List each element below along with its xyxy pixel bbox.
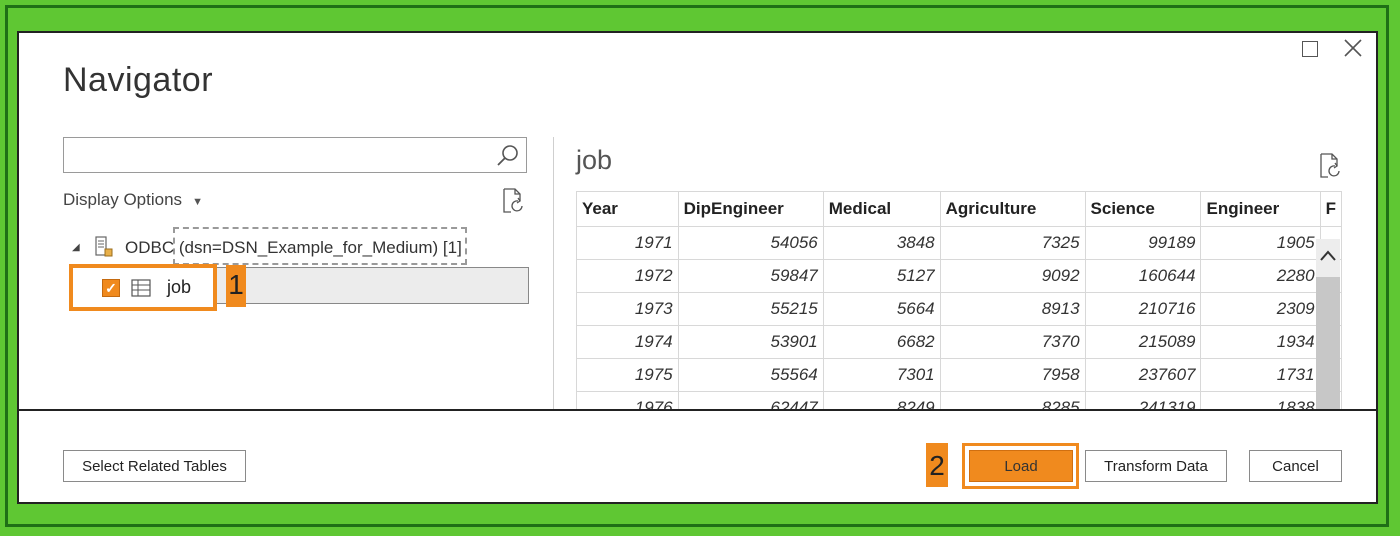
tree-item-label: job xyxy=(167,277,192,297)
display-options-label: Display Options xyxy=(63,190,183,209)
table-cell: 9092 xyxy=(939,259,1086,293)
table-cell: 2309 xyxy=(1200,292,1321,326)
panel-divider xyxy=(553,137,554,409)
table-cell: 1976 xyxy=(576,391,679,410)
preview-table: Year DipEngineer Medical Agriculture Sci… xyxy=(576,191,1342,410)
cancel-button[interactable]: Cancel xyxy=(1249,450,1342,482)
step-2-badge: 2 xyxy=(926,443,948,487)
tree-collapse-icon[interactable]: ◢ xyxy=(72,242,80,253)
table-cell: 8249 xyxy=(822,391,941,410)
tree-root-label[interactable]: ODBC (dsn=DSN_Example_for_Medium) [1] xyxy=(125,238,462,258)
table-row: 1975 55564 7301 7958 237607 1731 xyxy=(576,358,1342,392)
column-header[interactable]: Science xyxy=(1084,191,1202,227)
table-cell: 5127 xyxy=(822,259,941,293)
table-cell: 59847 xyxy=(677,259,824,293)
table-cell: 62447 xyxy=(677,391,824,410)
chevron-up-icon[interactable] xyxy=(1319,249,1337,263)
column-header[interactable]: Medical xyxy=(822,191,941,227)
table-cell: 2280 xyxy=(1200,259,1321,293)
vertical-scrollbar[interactable] xyxy=(1316,239,1340,411)
table-cell: 3848 xyxy=(822,226,941,260)
footer-divider xyxy=(19,409,1376,411)
table-row: 1976 62447 8249 8285 241319 1838 xyxy=(576,391,1342,410)
column-header[interactable]: Agriculture xyxy=(939,191,1086,227)
close-icon[interactable] xyxy=(1341,35,1365,61)
navigator-dialog: Navigator Display Options ▼ ◢ ODBC (dsn=D… xyxy=(17,31,1378,504)
table-cell: 210716 xyxy=(1084,292,1202,326)
table-icon xyxy=(131,279,151,297)
table-cell: 1975 xyxy=(576,358,679,392)
table-cell: 8913 xyxy=(939,292,1086,326)
refresh-icon[interactable] xyxy=(1318,153,1342,179)
table-cell: 99189 xyxy=(1084,226,1202,260)
column-header[interactable]: F xyxy=(1319,191,1342,227)
table-cell: 1972 xyxy=(576,259,679,293)
table-cell: 1731 xyxy=(1200,358,1321,392)
table-row: 1973 55215 5664 8913 210716 2309 xyxy=(576,292,1342,326)
table-cell: 7301 xyxy=(822,358,941,392)
transform-data-button[interactable]: Transform Data xyxy=(1085,450,1227,482)
scrollbar-thumb[interactable] xyxy=(1316,277,1340,411)
table-cell: 1934 xyxy=(1200,325,1321,359)
select-related-tables-button[interactable]: Select Related Tables xyxy=(63,450,246,482)
table-cell: 1905 xyxy=(1200,226,1321,260)
maximize-icon[interactable] xyxy=(1302,41,1318,57)
search-input[interactable] xyxy=(70,138,494,172)
refresh-icon[interactable] xyxy=(501,188,525,214)
search-icon[interactable] xyxy=(496,144,520,168)
table-cell: 54056 xyxy=(677,226,824,260)
column-header[interactable]: Year xyxy=(576,191,679,227)
table-cell: 55564 xyxy=(677,358,824,392)
dialog-title: Navigator xyxy=(63,61,214,99)
job-checkbox[interactable]: ✓ xyxy=(102,279,120,297)
table-cell: 215089 xyxy=(1084,325,1202,359)
table-cell: 1971 xyxy=(576,226,679,260)
table-header-row: Year DipEngineer Medical Agriculture Sci… xyxy=(576,191,1342,227)
table-cell: 5664 xyxy=(822,292,941,326)
search-field[interactable] xyxy=(63,137,527,173)
database-icon xyxy=(95,236,113,257)
preview-table-container[interactable]: Year DipEngineer Medical Agriculture Sci… xyxy=(576,191,1342,410)
table-row: 1972 59847 5127 9092 160644 2280 xyxy=(576,259,1342,293)
column-header[interactable]: DipEngineer xyxy=(677,191,824,227)
step-1-badge: 1 xyxy=(226,265,246,307)
table-cell: 1838 xyxy=(1200,391,1321,410)
column-header[interactable]: Engineer xyxy=(1200,191,1321,227)
table-row: 1974 53901 6682 7370 215089 1934 xyxy=(576,325,1342,359)
chevron-down-icon: ▼ xyxy=(192,196,203,208)
table-cell: 237607 xyxy=(1084,358,1202,392)
table-cell: 241319 xyxy=(1084,391,1202,410)
preview-title: job xyxy=(576,145,613,175)
display-options-dropdown[interactable]: Display Options ▼ xyxy=(63,190,203,210)
table-cell: 1974 xyxy=(576,325,679,359)
table-cell: 8285 xyxy=(939,391,1086,410)
table-cell: 7958 xyxy=(939,358,1086,392)
table-cell: 55215 xyxy=(677,292,824,326)
table-cell: 7370 xyxy=(939,325,1086,359)
table-cell: 6682 xyxy=(822,325,941,359)
table-row: 1971 54056 3848 7325 99189 1905 xyxy=(576,226,1342,260)
table-cell: 1973 xyxy=(576,292,679,326)
table-cell: 7325 xyxy=(939,226,1086,260)
table-cell: 160644 xyxy=(1084,259,1202,293)
tree-item-job[interactable]: ✓ job xyxy=(69,264,217,311)
table-cell: 53901 xyxy=(677,325,824,359)
load-button[interactable]: Load xyxy=(969,450,1073,482)
tree-item-job-selection[interactable] xyxy=(213,267,529,304)
